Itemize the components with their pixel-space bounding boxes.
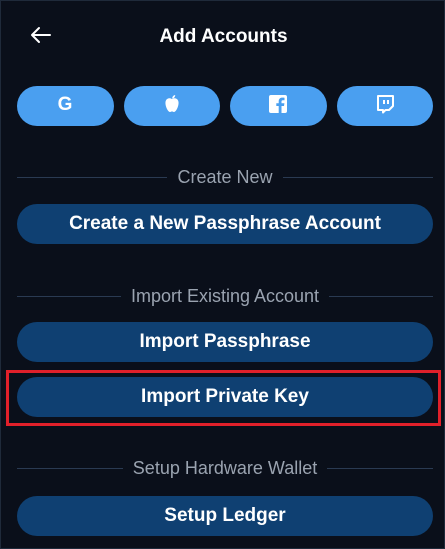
divider xyxy=(17,468,123,469)
facebook-icon xyxy=(268,94,288,119)
divider xyxy=(282,177,434,178)
import-existing-section-label: Import Existing Account xyxy=(17,286,433,307)
import-passphrase-button[interactable]: Import Passphrase xyxy=(17,322,433,362)
divider xyxy=(17,177,168,178)
apple-button[interactable] xyxy=(123,86,220,126)
add-accounts-panel: Add Accounts G Create New Create a New P… xyxy=(0,0,445,549)
header: Add Accounts xyxy=(1,1,445,73)
hardware-wallet-section-label: Setup Hardware Wallet xyxy=(17,458,434,479)
twitch-icon xyxy=(375,94,395,119)
hardware-wallet-label: Setup Hardware Wallet xyxy=(132,458,318,478)
create-new-label: Create New xyxy=(177,167,273,187)
create-passphrase-account-button[interactable]: Create a New Passphrase Account xyxy=(17,204,433,244)
twitch-button[interactable] xyxy=(336,86,433,126)
page-title: Add Accounts xyxy=(159,26,288,47)
google-button[interactable]: G xyxy=(17,86,114,126)
apple-icon xyxy=(163,94,181,119)
google-icon: G xyxy=(55,94,75,119)
svg-text:G: G xyxy=(58,94,73,114)
import-existing-label: Import Existing Account xyxy=(130,286,320,306)
create-new-section-label: Create New xyxy=(17,167,434,188)
social-login-row: G xyxy=(17,86,433,126)
facebook-button[interactable] xyxy=(230,86,327,126)
setup-ledger-button[interactable]: Setup Ledger xyxy=(17,496,433,536)
divider xyxy=(17,296,121,297)
divider xyxy=(327,468,434,469)
divider xyxy=(329,296,433,297)
highlight-box xyxy=(6,370,441,426)
